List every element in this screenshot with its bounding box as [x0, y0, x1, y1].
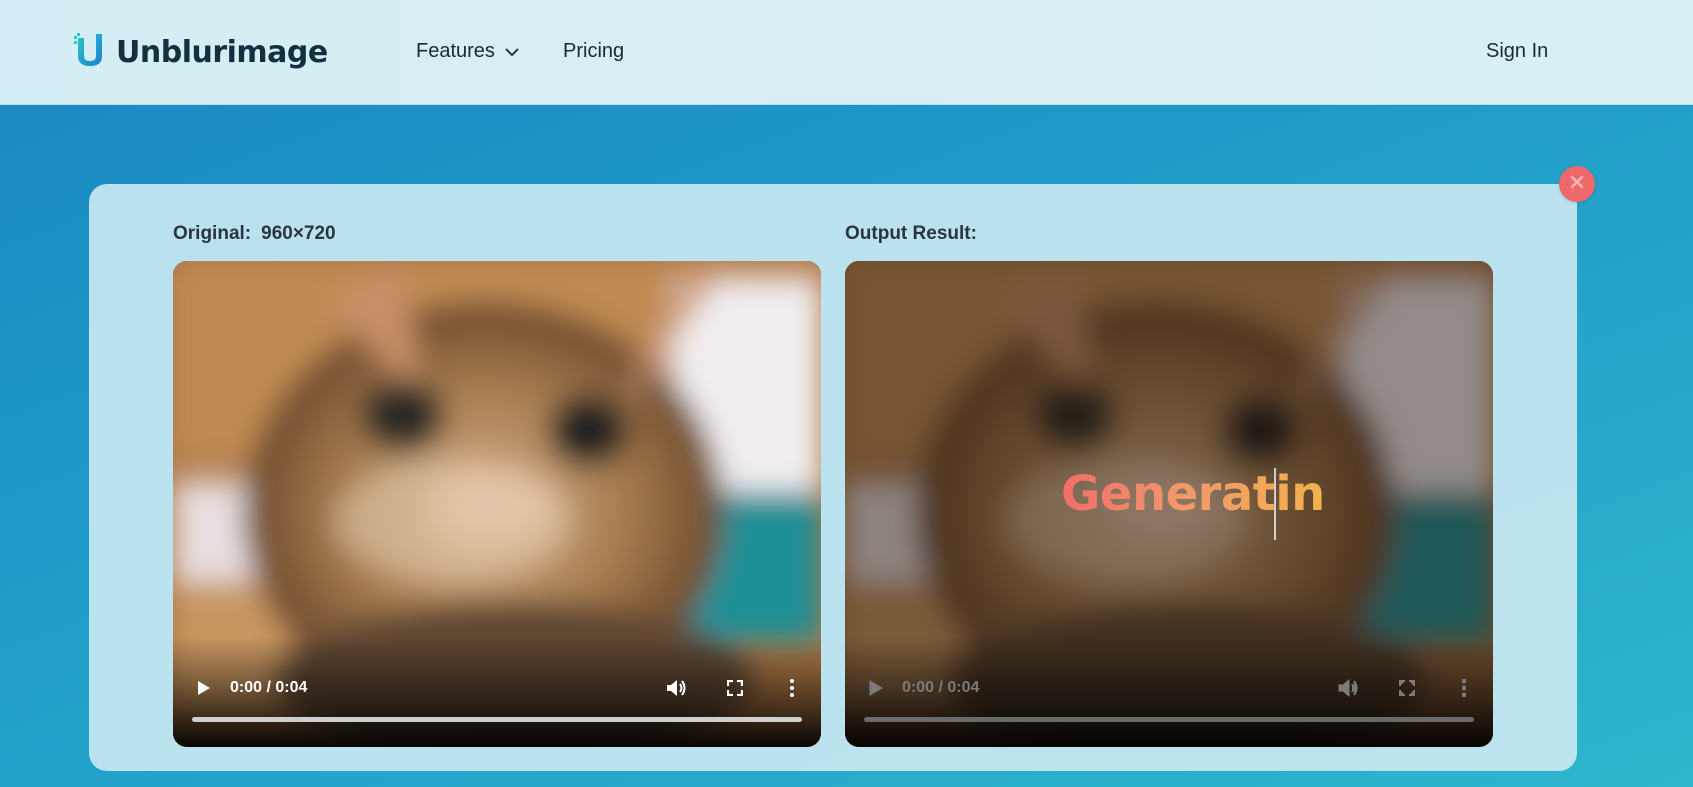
volume-button[interactable]: [665, 676, 689, 700]
nav-features[interactable]: Features: [416, 40, 519, 63]
fullscreen-button[interactable]: [1396, 677, 1418, 699]
close-icon: [1570, 175, 1584, 194]
play-icon: [197, 680, 211, 696]
more-options-button[interactable]: [787, 676, 797, 700]
play-icon: [869, 680, 883, 696]
output-video-player[interactable]: Generatin 0:00 / 0:04: [845, 261, 1493, 747]
more-vertical-icon: [1462, 679, 1466, 697]
fullscreen-button[interactable]: [724, 677, 746, 699]
volume-icon: [666, 678, 688, 698]
progress-track[interactable]: [864, 717, 1474, 722]
more-vertical-icon: [790, 679, 794, 697]
top-navbar: Unblurimage Features Pricing Sign In: [0, 0, 1693, 105]
fullscreen-icon: [727, 680, 743, 696]
brand-name: Unblurimage: [116, 35, 328, 70]
more-options-button[interactable]: [1459, 676, 1469, 700]
logo-icon: [72, 30, 108, 75]
play-button[interactable]: [193, 677, 215, 699]
chevron-down-icon: [505, 40, 519, 63]
volume-button[interactable]: [1337, 676, 1361, 700]
volume-icon: [1338, 678, 1360, 698]
generating-status-text: Generatin: [1061, 466, 1325, 522]
time-display: 0:00 / 0:04: [902, 679, 980, 696]
brand-logo[interactable]: Unblurimage: [72, 30, 328, 75]
original-label: Original: 960×720: [173, 223, 336, 245]
fullscreen-icon: [1399, 680, 1415, 696]
original-dimensions: 960×720: [261, 223, 336, 244]
progress-track[interactable]: [192, 717, 802, 722]
output-label: Output Result:: [845, 223, 977, 244]
nav-features-label: Features: [416, 40, 495, 62]
original-title: Original:: [173, 223, 252, 244]
original-video-player[interactable]: 0:00 / 0:04: [173, 261, 821, 747]
sign-in-link[interactable]: Sign In: [1486, 40, 1548, 63]
play-button[interactable]: [865, 677, 887, 699]
time-display: 0:00 / 0:04: [230, 679, 308, 696]
nav-pricing[interactable]: Pricing: [563, 40, 624, 63]
typing-caret: [1274, 468, 1276, 540]
close-button[interactable]: [1559, 166, 1595, 202]
